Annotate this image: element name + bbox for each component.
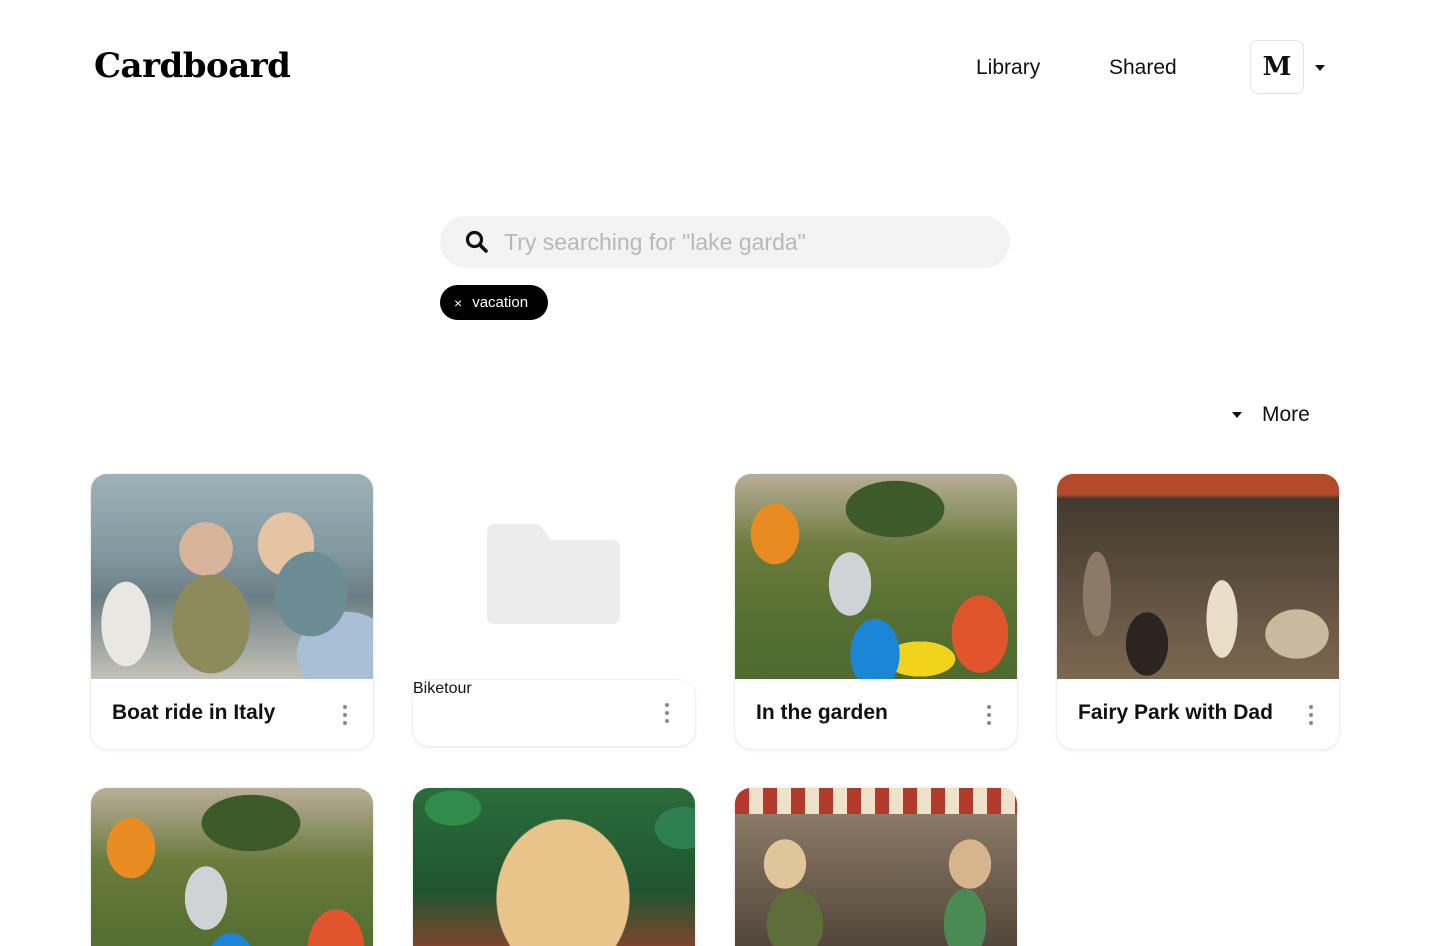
card-title: Fairy Park with Dad: [1078, 701, 1273, 724]
card-footer: In the garden: [735, 679, 1017, 749]
filter-chip-vacation[interactable]: × vacation: [440, 285, 549, 320]
nav-shared-link[interactable]: Shared: [1109, 56, 1177, 80]
folder-icon[interactable]: [487, 524, 620, 624]
card-footer: Boat ride in Italy: [91, 679, 373, 749]
more-label: More: [1262, 403, 1310, 426]
more-options-icon[interactable]: [985, 705, 993, 725]
video-card[interactable]: [91, 788, 373, 946]
video-card[interactable]: Boat ride in Italy: [91, 474, 373, 749]
avatar[interactable]: M: [1250, 40, 1304, 94]
more-button[interactable]: More: [1232, 403, 1310, 427]
video-thumbnail[interactable]: [413, 788, 695, 946]
card-title: In the garden: [756, 701, 888, 724]
search-input[interactable]: [504, 216, 984, 268]
close-icon[interactable]: ×: [454, 296, 462, 310]
video-card[interactable]: [735, 788, 1017, 946]
more-options-icon[interactable]: [663, 703, 671, 723]
search-bar[interactable]: [440, 216, 1010, 268]
video-thumbnail[interactable]: [735, 474, 1017, 679]
video-card[interactable]: Fairy Park with Dad: [1057, 474, 1339, 749]
video-thumbnail[interactable]: [1057, 474, 1339, 679]
page: Cardboard Library Shared M × vacation Mo…: [0, 0, 1448, 946]
app-logo[interactable]: Cardboard: [94, 46, 291, 86]
more-options-icon[interactable]: [1307, 705, 1315, 725]
video-thumbnail[interactable]: [91, 474, 373, 679]
avatar-initial: M: [1262, 52, 1292, 82]
nav-library-link[interactable]: Library: [976, 56, 1040, 80]
video-card[interactable]: [413, 788, 695, 946]
video-thumbnail[interactable]: [91, 788, 373, 946]
avatar-menu-caret-icon[interactable]: [1315, 65, 1325, 71]
card-title: Boat ride in Italy: [112, 701, 276, 724]
more-options-icon[interactable]: [341, 705, 349, 725]
card-title: Biketour: [413, 680, 472, 697]
filter-chip-label: vacation: [472, 294, 529, 311]
card-footer: Fairy Park with Dad: [1057, 679, 1339, 749]
video-thumbnail[interactable]: [735, 788, 1017, 946]
video-card[interactable]: In the garden: [735, 474, 1017, 749]
caret-down-icon: [1232, 412, 1242, 418]
folder-card[interactable]: Biketour: [413, 680, 695, 746]
search-icon: [465, 230, 488, 253]
